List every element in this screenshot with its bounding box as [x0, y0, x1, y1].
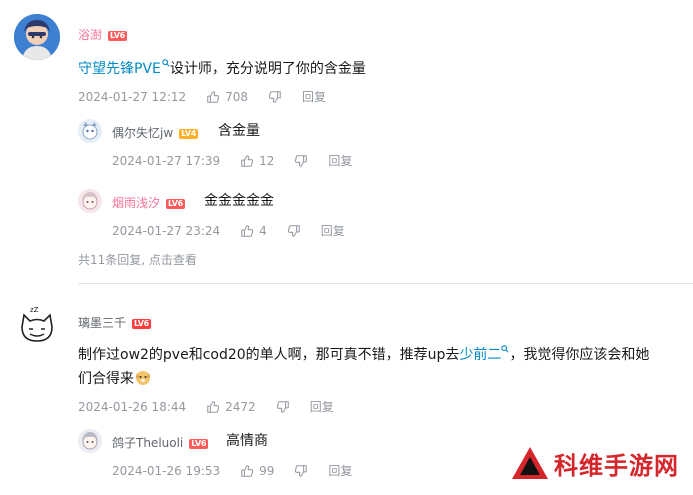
avatar[interactable]: zZ — [14, 303, 60, 349]
level-badge: LV6 — [166, 199, 185, 209]
level-badge: LV4 — [179, 129, 199, 139]
level-badge: LV6 — [132, 319, 151, 329]
like-count: 12 — [259, 153, 275, 168]
thumb-up-icon — [241, 224, 254, 237]
svg-text:zZ: zZ — [30, 306, 39, 314]
watermark: 科维手游网 — [510, 445, 679, 481]
search-link[interactable]: 少前二 — [459, 345, 510, 363]
view-more-replies[interactable]: 共11条回复, 点击查看 — [78, 251, 197, 268]
like-count: 708 — [225, 89, 249, 104]
thumb-down-icon — [268, 90, 281, 103]
reply-button[interactable]: 回复 — [310, 398, 334, 415]
dog-emoji-icon — [136, 371, 150, 385]
search-icon — [162, 59, 170, 67]
divider — [78, 283, 693, 284]
thumb-down-icon — [276, 400, 289, 413]
reply-button[interactable]: 回复 — [328, 462, 352, 479]
search-link[interactable]: 守望先锋PVE — [78, 59, 170, 77]
thumb-up-icon — [241, 464, 254, 477]
timestamp: 2024-01-27 17:39 — [112, 153, 221, 168]
comment-content: 制作过ow2的pve和cod20的单人啊，那可真不错，推荐up去少前二 ，我觉得你… — [78, 345, 650, 387]
comment-meta: 2024-01-27 12:12 708 回复 — [78, 88, 326, 105]
like-button[interactable]: 99 — [240, 464, 274, 478]
comment-username[interactable]: 浴澍 LV6 — [78, 26, 127, 43]
avatar[interactable] — [14, 14, 60, 60]
reply-meta: 2024-01-27 17:39 12 回复 — [112, 152, 352, 169]
like-button[interactable]: 2472 — [206, 400, 256, 414]
like-button[interactable]: 12 — [240, 154, 274, 168]
like-count: 99 — [259, 463, 275, 478]
reply-content: 含金量 — [218, 123, 260, 139]
timestamp: 2024-01-26 19:53 — [112, 463, 221, 478]
reply-button[interactable]: 回复 — [321, 222, 345, 239]
timestamp: 2024-01-26 18:44 — [78, 399, 187, 414]
like-count: 4 — [259, 223, 267, 238]
level-badge: LV6 — [108, 31, 127, 41]
dislike-button[interactable] — [287, 224, 301, 238]
dislike-button[interactable] — [276, 400, 290, 414]
thumb-up-icon — [207, 400, 220, 413]
reply-button[interactable]: 回复 — [328, 152, 352, 169]
timestamp: 2024-01-27 12:12 — [78, 89, 187, 104]
comment-username[interactable]: 璃墨三千 LV6 — [78, 314, 151, 331]
reply-button[interactable]: 回复 — [302, 88, 326, 105]
dislike-button[interactable] — [294, 154, 308, 168]
reply-username[interactable]: 烟雨浅汐 LV6 — [112, 194, 185, 211]
like-count: 2472 — [225, 399, 256, 414]
thumb-down-icon — [295, 464, 308, 477]
comment-meta: 2024-01-26 18:44 2472 回复 — [78, 398, 334, 415]
reply-content: 高情商 — [226, 433, 268, 449]
comment-content: 守望先锋PVE 设计师，充分说明了你的含金量 — [78, 59, 366, 77]
thumb-up-icon — [241, 154, 254, 167]
like-button[interactable]: 708 — [206, 90, 248, 104]
avatar[interactable] — [78, 189, 102, 213]
timestamp: 2024-01-27 23:24 — [112, 223, 221, 238]
dislike-button[interactable] — [268, 90, 282, 104]
thumb-down-icon — [287, 224, 300, 237]
thumb-down-icon — [295, 154, 308, 167]
reply-content: 金金金金金 — [204, 193, 274, 209]
watermark-text: 科维手游网 — [554, 451, 679, 480]
watermark-logo-icon — [512, 447, 548, 479]
dislike-button[interactable] — [294, 464, 308, 478]
avatar[interactable] — [78, 429, 102, 453]
like-button[interactable]: 4 — [240, 224, 267, 238]
reply-meta: 2024-01-26 19:53 99 回复 — [112, 462, 352, 479]
avatar[interactable] — [78, 119, 102, 143]
reply-meta: 2024-01-27 23:24 4 回复 — [112, 222, 345, 239]
reply-username[interactable]: 鸽子Theluoli LV6 — [112, 434, 209, 451]
level-badge: LV6 — [189, 439, 209, 449]
thumb-up-icon — [207, 90, 220, 103]
reply-username[interactable]: 偶尔失忆jw LV4 — [112, 124, 199, 141]
